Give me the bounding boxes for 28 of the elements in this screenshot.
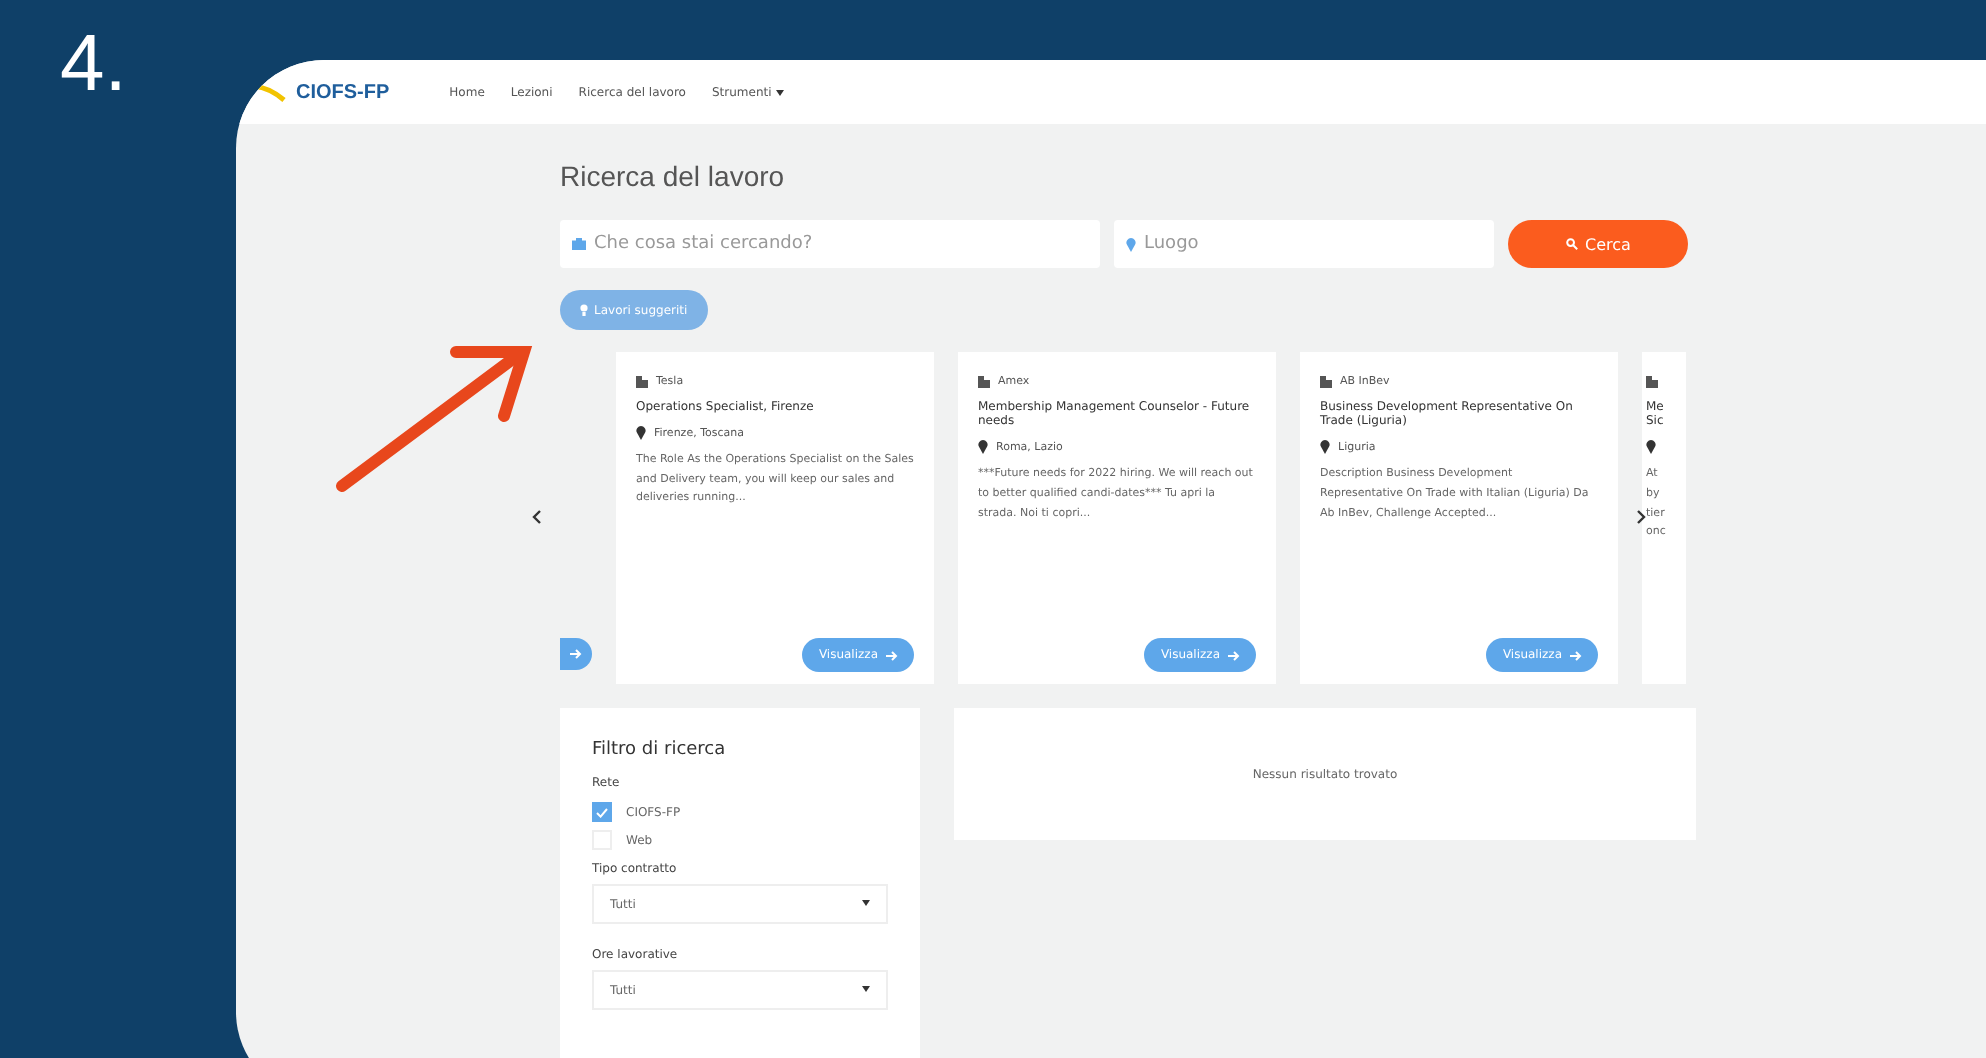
building-icon bbox=[1320, 376, 1332, 388]
location-pin-icon bbox=[636, 426, 646, 441]
building-icon bbox=[978, 376, 990, 388]
caret-icon bbox=[862, 900, 870, 906]
search-button[interactable]: Cerca bbox=[1508, 220, 1688, 268]
location-field[interactable]: Luogo bbox=[1114, 220, 1494, 268]
location-pin-icon bbox=[1646, 440, 1656, 455]
lightbulb-icon bbox=[580, 304, 588, 316]
arrow-right-icon bbox=[886, 649, 898, 661]
search-icon bbox=[1565, 238, 1578, 250]
briefcase-icon bbox=[572, 238, 586, 250]
location-pin-icon bbox=[978, 440, 988, 455]
caret-icon bbox=[862, 986, 870, 992]
location-pin-icon bbox=[1320, 440, 1330, 455]
arrow-right-icon bbox=[1570, 649, 1582, 661]
caret-icon bbox=[775, 89, 784, 95]
arrow-right-icon bbox=[570, 648, 582, 660]
search-field[interactable]: Che cosa stai cercando? bbox=[560, 220, 1100, 268]
location-pin-icon bbox=[1126, 237, 1136, 251]
checkbox[interactable] bbox=[592, 802, 612, 822]
page-title: Ricerca del lavoro bbox=[560, 160, 787, 192]
logo-text: CIOFS-FP bbox=[296, 81, 390, 103]
step-number: 4. bbox=[60, 20, 127, 110]
building-icon bbox=[1646, 376, 1658, 388]
building-icon bbox=[636, 376, 648, 388]
filter-title: Filtro di ricerca bbox=[592, 740, 728, 760]
arrow-right-icon bbox=[1228, 649, 1240, 661]
view-button[interactable] bbox=[560, 638, 592, 670]
